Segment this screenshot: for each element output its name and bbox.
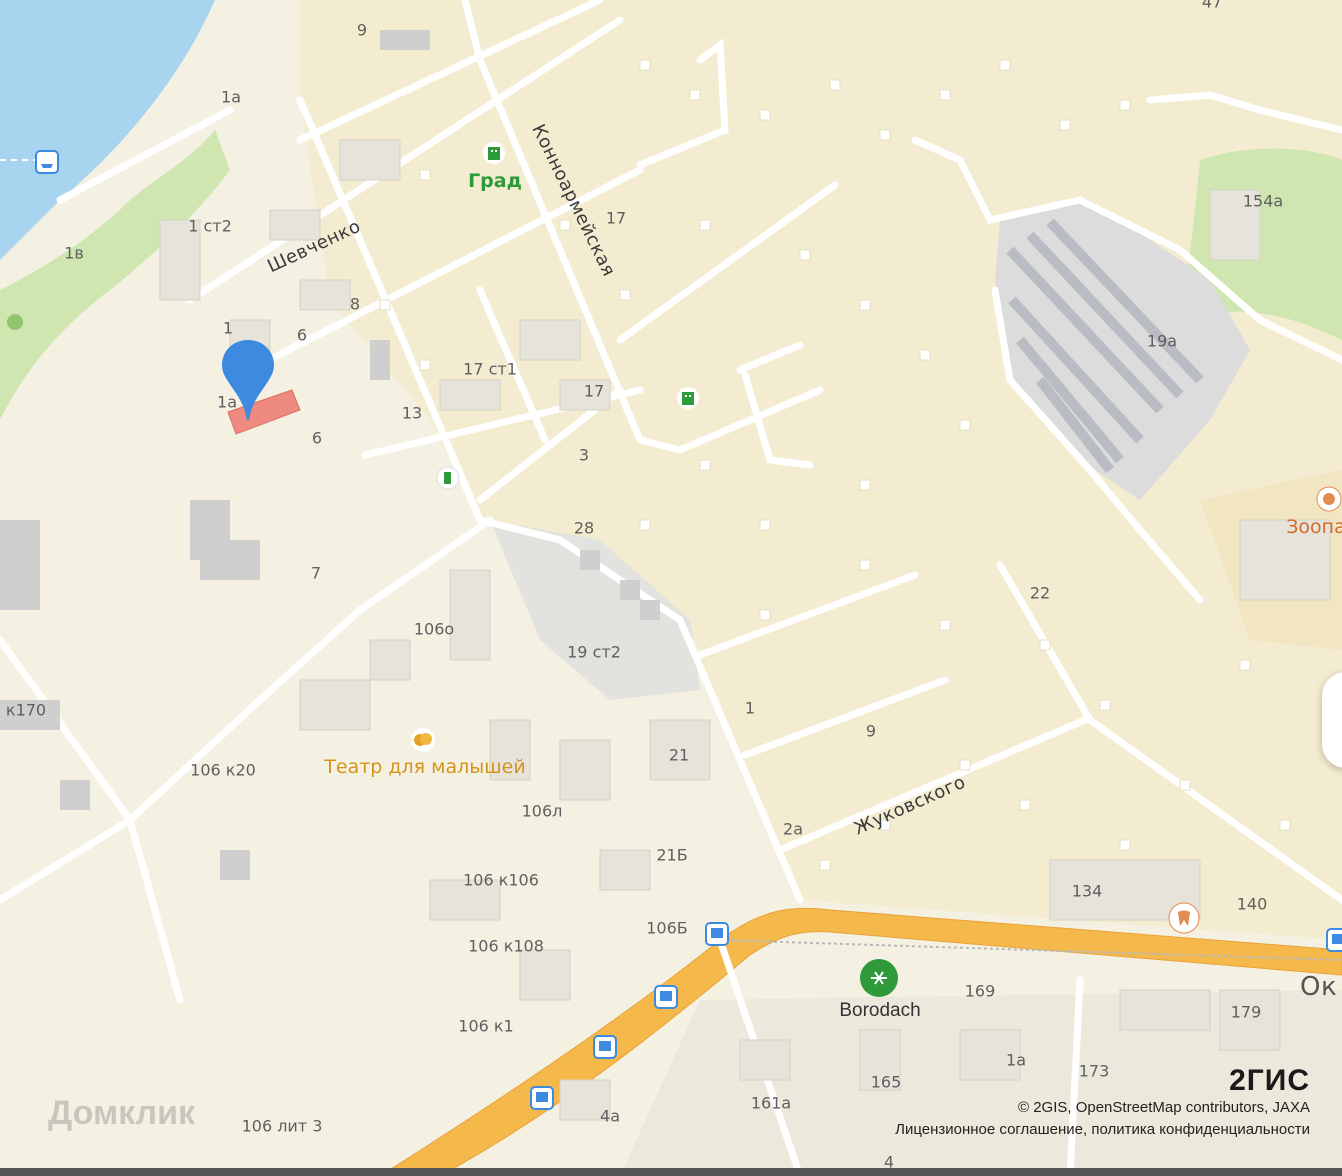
fuel-station-icon[interactable] bbox=[436, 466, 460, 494]
attribution-license[interactable]: Лицензионное соглашение, политика конфид… bbox=[895, 1121, 1310, 1138]
zoo-lion-icon[interactable] bbox=[1316, 486, 1342, 516]
poi-borodach-label[interactable]: Borodach bbox=[839, 1000, 920, 1022]
bus-stop-icon[interactable] bbox=[530, 1086, 554, 1114]
bus-stop-icon[interactable] bbox=[705, 922, 729, 950]
poi-zoo-label[interactable]: Зоопа bbox=[1286, 516, 1342, 538]
poi-grad-label[interactable]: Град bbox=[468, 170, 522, 192]
domclick-watermark: Домклик bbox=[48, 1094, 196, 1132]
barbershop-icon[interactable] bbox=[859, 958, 899, 1002]
bus-stop-icon[interactable] bbox=[1326, 928, 1342, 956]
theater-masks-icon[interactable] bbox=[410, 727, 436, 757]
map-zoom-control[interactable] bbox=[1322, 672, 1342, 768]
street-label-ok: Ок bbox=[1300, 972, 1338, 1002]
building-icon[interactable] bbox=[676, 386, 700, 414]
map-view[interactable]: Шевченко Конноармейская Жуковского Ок Гр… bbox=[0, 0, 1342, 1176]
ferry-stop-icon[interactable] bbox=[35, 150, 59, 178]
bottom-edge bbox=[0, 1168, 1342, 1176]
brand-logo-2gis[interactable]: 2ГИС bbox=[1229, 1064, 1310, 1098]
location-marker-icon[interactable] bbox=[220, 338, 276, 426]
dental-icon[interactable] bbox=[1168, 902, 1200, 938]
poi-theater-label[interactable]: Театр для малышей bbox=[324, 756, 525, 778]
building-icon[interactable] bbox=[482, 141, 506, 169]
bus-stop-icon[interactable] bbox=[593, 1035, 617, 1063]
bus-stop-icon[interactable] bbox=[654, 985, 678, 1013]
attribution-copyright[interactable]: © 2GIS, OpenStreetMap contributors, JAXA bbox=[1018, 1099, 1310, 1116]
